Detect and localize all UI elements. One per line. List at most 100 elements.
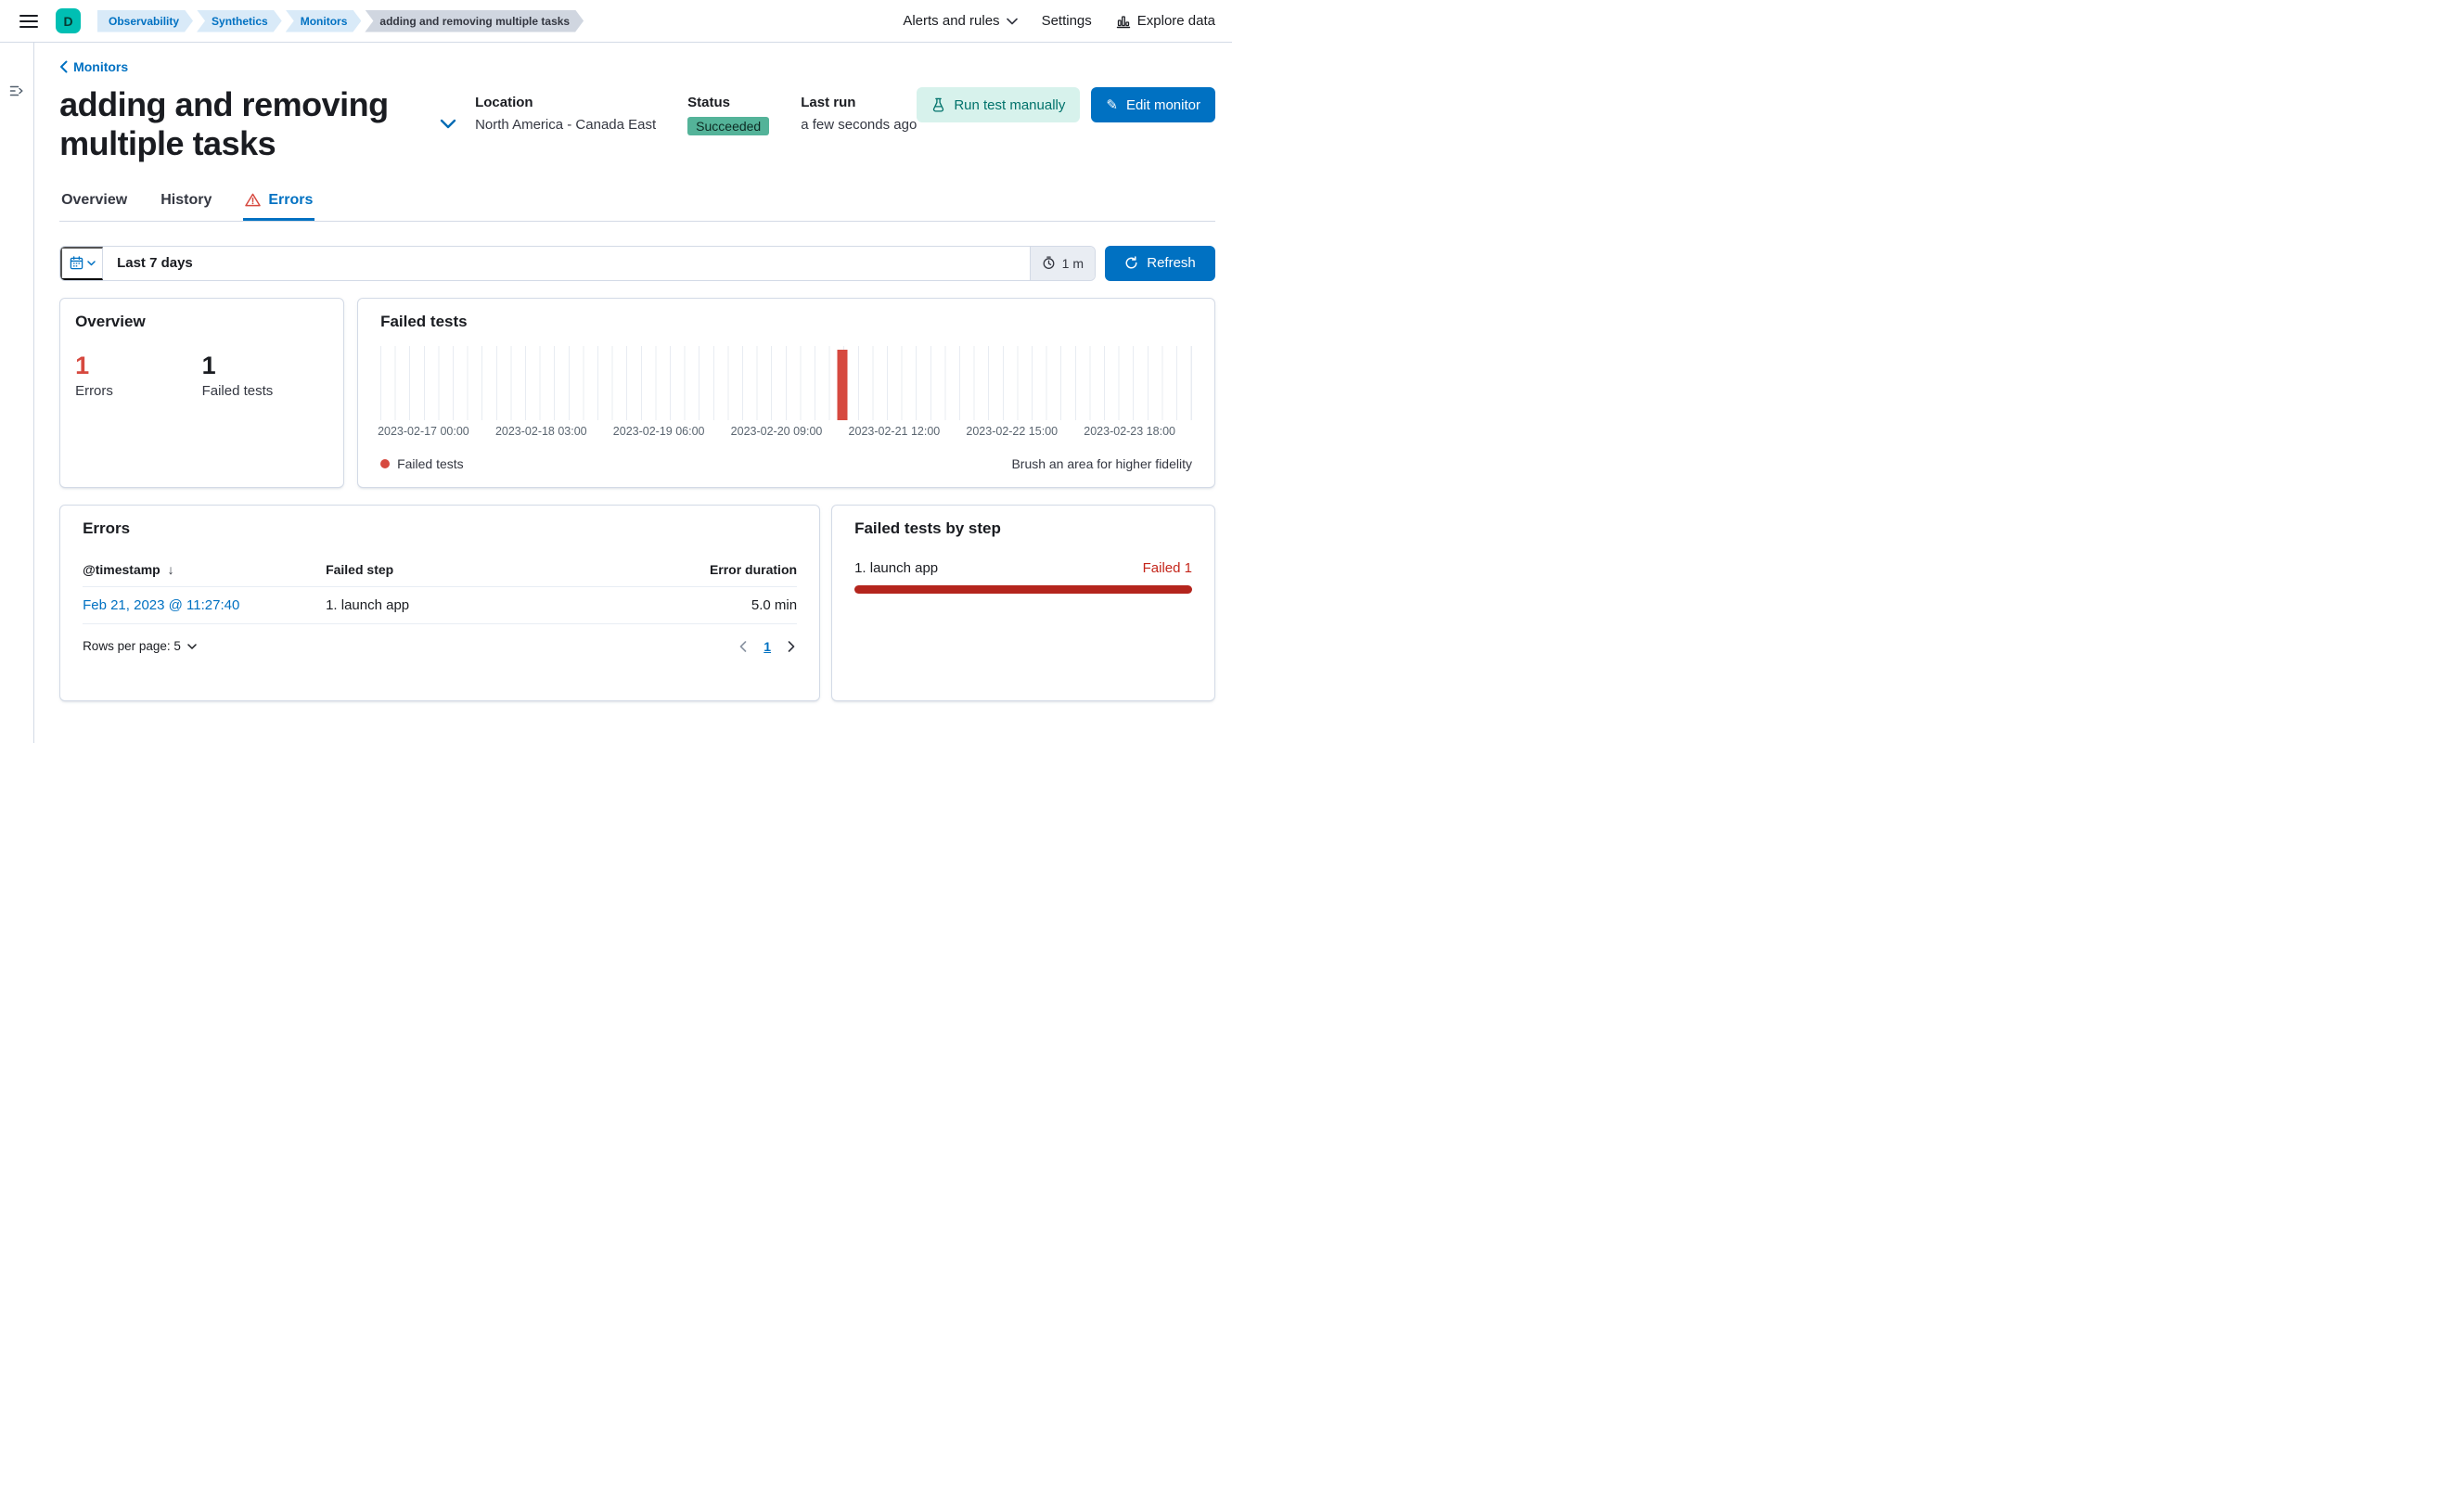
run-test-manually-label: Run test manually <box>954 96 1066 113</box>
top-navigation-bar: D Observability Synthetics Monitors addi… <box>0 0 1232 43</box>
last-run-label: Last run <box>801 95 856 110</box>
error-timestamp-link[interactable]: Feb 21, 2023 @ 11:27:40 <box>83 597 326 613</box>
back-link-label: Monitors <box>73 59 129 74</box>
space-avatar[interactable]: D <box>56 8 81 33</box>
x-tick: 2023-02-19 06:00 <box>612 424 705 438</box>
step-label: 1. launch app <box>854 559 939 576</box>
alerts-and-rules-menu[interactable]: Alerts and rules <box>903 13 1018 29</box>
title-chevron-down-icon[interactable] <box>440 119 456 130</box>
pagination: 1 <box>738 639 797 654</box>
failed-tests-bar <box>837 349 848 420</box>
pencil-icon: ✎ <box>1106 97 1118 113</box>
location-value: North America - Canada East <box>475 117 657 133</box>
warning-triangle-icon <box>245 193 262 207</box>
date-range-display[interactable]: Last 7 days <box>103 255 1030 271</box>
tab-errors[interactable]: Errors <box>243 192 314 221</box>
breadcrumb-observability[interactable]: Observability <box>97 10 193 32</box>
failed-tests-chart[interactable] <box>380 345 1192 420</box>
x-tick: 2023-02-21 12:00 <box>848 424 941 438</box>
previous-page-icon[interactable] <box>738 639 749 654</box>
step-failure-bar <box>854 584 1192 594</box>
hamburger-menu-icon[interactable] <box>13 6 45 37</box>
refresh-button[interactable]: Refresh <box>1105 245 1215 281</box>
failed-tests-count-value: 1 <box>201 351 216 379</box>
bar-chart-icon <box>1116 14 1131 29</box>
rows-per-page-label: Rows per page: 5 <box>83 639 181 654</box>
edit-monitor-label: Edit monitor <box>1125 96 1200 113</box>
x-tick: 2023-02-17 00:00 <box>378 424 469 438</box>
explore-data-link[interactable]: Explore data <box>1116 13 1215 29</box>
failed-tests-count-label: Failed tests <box>201 382 274 399</box>
overview-card: Overview 1 Errors 1 Failed tests <box>59 297 345 488</box>
refresh-label: Refresh <box>1147 255 1196 272</box>
legend-label: Failed tests <box>397 455 464 471</box>
chevron-left-icon <box>59 60 68 73</box>
failed-tests-by-step-card: Failed tests by step 1. launch app Faile… <box>831 504 1215 701</box>
rows-per-page-button[interactable]: Rows per page: 5 <box>83 639 197 653</box>
expand-sidebar-icon[interactable] <box>6 80 28 102</box>
chevron-down-icon <box>86 261 96 266</box>
run-test-manually-button[interactable]: Run test manually <box>917 87 1081 122</box>
x-tick: 2023-02-23 18:00 <box>1084 424 1175 438</box>
date-quick-select-button[interactable] <box>60 246 104 280</box>
failed-tests-count-block: 1 Failed tests <box>202 352 329 399</box>
tab-history[interactable]: History <box>159 192 213 221</box>
settings-link[interactable]: Settings <box>1042 13 1092 29</box>
failed-tests-card-title: Failed tests <box>380 312 468 330</box>
chevron-down-icon <box>187 644 197 649</box>
beaker-icon <box>931 97 945 112</box>
sort-desc-icon[interactable]: ↓ <box>168 562 174 577</box>
x-tick: 2023-02-22 15:00 <box>966 424 1059 438</box>
breadcrumb-current-page: adding and removing multiple tasks <box>365 10 584 32</box>
column-failed-step: Failed step <box>326 561 394 577</box>
tab-errors-label: Errors <box>268 191 314 208</box>
x-tick: 2023-02-18 03:00 <box>494 424 587 438</box>
step-failed-count: Failed 1 <box>1142 559 1192 576</box>
errors-count-block: 1 Errors <box>75 352 202 399</box>
column-timestamp-label: @timestamp <box>83 561 160 577</box>
errors-count-label: Errors <box>75 382 113 399</box>
errors-card: Errors @timestamp ↓ Failed step Error du… <box>59 504 821 701</box>
table-row: Feb 21, 2023 @ 11:27:40 1. launch app 5.… <box>83 585 798 624</box>
main-content: Monitors adding and removing multiple ta… <box>34 43 1232 743</box>
page-title: adding and removing multiple tasks <box>59 85 389 163</box>
edit-monitor-button[interactable]: ✎ Edit monitor <box>1091 87 1215 122</box>
alerts-and-rules-label: Alerts and rules <box>903 13 1000 29</box>
tab-overview[interactable]: Overview <box>59 192 129 221</box>
chevron-down-icon <box>1006 18 1018 25</box>
column-error-duration: Error duration <box>709 561 798 577</box>
status-block: Status Succeeded <box>687 95 770 135</box>
breadcrumb-synthetics[interactable]: Synthetics <box>197 10 282 32</box>
errors-table-header: @timestamp ↓ Failed step Error duration <box>83 562 797 586</box>
failed-by-step-title: Failed tests by step <box>854 519 1001 537</box>
refresh-interval-value: 1 m <box>1061 255 1084 271</box>
failed-step-cell: 1. launch app <box>326 596 410 613</box>
legend-dot-icon <box>380 458 391 468</box>
refresh-interval-control[interactable]: 1 m <box>1029 246 1095 280</box>
next-page-icon[interactable] <box>786 639 797 654</box>
last-run-value: a few seconds ago <box>801 117 918 133</box>
page-number-1[interactable]: 1 <box>764 639 771 654</box>
monitor-meta: Location North America - Canada East Sta… <box>475 95 917 135</box>
x-tick: 2023-02-20 09:00 <box>730 424 823 438</box>
error-duration-cell: 5.0 min <box>751 596 798 613</box>
column-timestamp[interactable]: @timestamp ↓ <box>83 562 326 577</box>
location-block: Location North America - Canada East <box>475 95 656 135</box>
monitor-tabs: Overview History Errors <box>59 192 1215 222</box>
errors-card-title: Errors <box>83 519 131 537</box>
last-run-block: Last run a few seconds ago <box>801 95 917 135</box>
brush-hint-text: Brush an area for higher fidelity <box>1011 455 1192 471</box>
super-date-picker: Last 7 days 1 m <box>59 245 1096 281</box>
tab-overview-label: Overview <box>61 191 128 208</box>
refresh-icon <box>1124 256 1138 270</box>
back-to-monitors-link[interactable]: Monitors <box>59 59 128 74</box>
errors-count-value: 1 <box>75 351 90 379</box>
settings-label: Settings <box>1041 13 1092 29</box>
failed-tests-card: Failed tests 2023-02-17 00:00 2023-02-18… <box>357 297 1215 488</box>
breadcrumb-monitors[interactable]: Monitors <box>286 10 362 32</box>
status-badge: Succeeded <box>687 117 770 135</box>
status-label: Status <box>687 95 730 110</box>
explore-data-label: Explore data <box>1136 13 1215 29</box>
calendar-icon <box>70 256 83 270</box>
overview-card-title: Overview <box>75 312 146 330</box>
